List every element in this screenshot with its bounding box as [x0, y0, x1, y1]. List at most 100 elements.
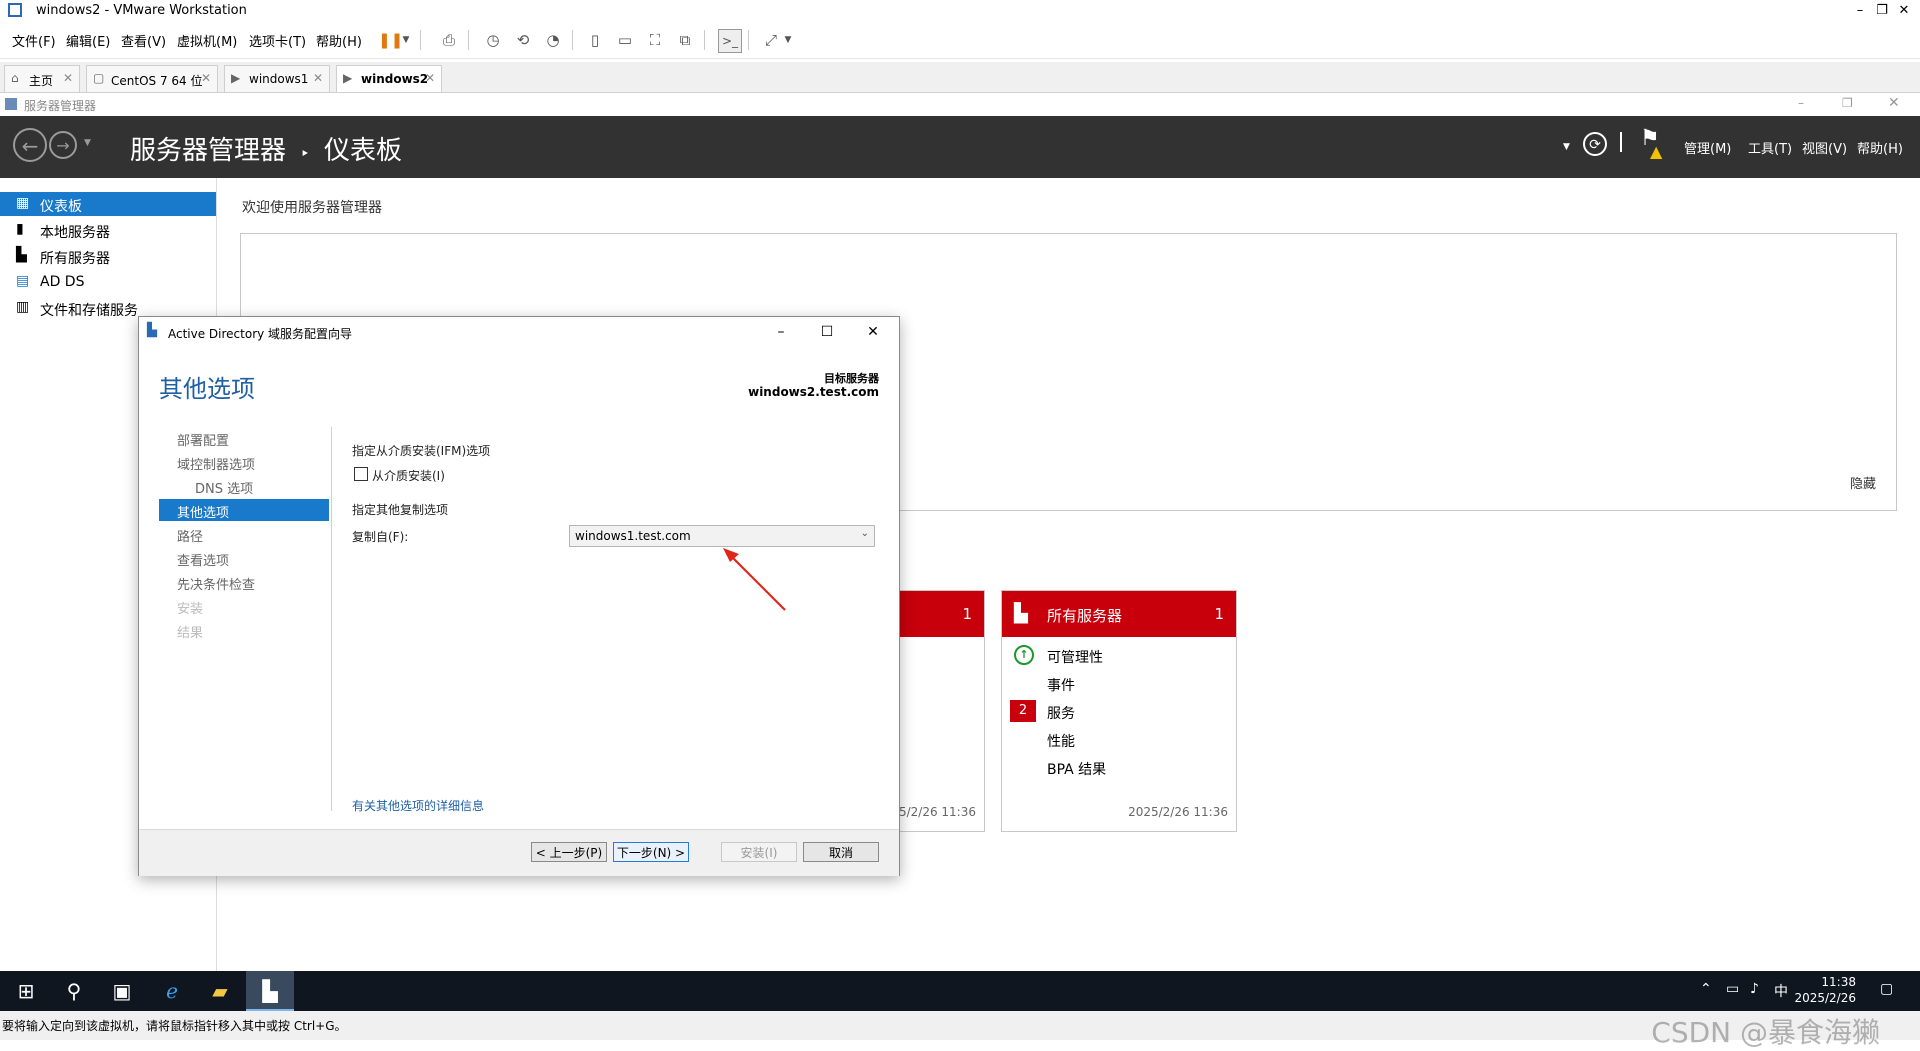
toolbar-separator [704, 30, 705, 50]
snapshot-icon[interactable]: ◷ [482, 29, 504, 51]
status-ok-icon: ↑ [1014, 645, 1034, 665]
next-button[interactable]: 下一步(N) > [613, 842, 689, 862]
dashboard-icon: ▦ [16, 195, 30, 211]
task-view-icon[interactable]: ▣ [98, 971, 146, 1011]
start-icon[interactable]: ⊞ [2, 971, 50, 1011]
menu-help[interactable]: 帮助(H) [316, 31, 362, 50]
previous-button[interactable]: < 上一步(P) [531, 842, 607, 862]
send-keys-icon[interactable]: ⎙ [438, 29, 460, 51]
menu-help[interactable]: 帮助(H) [1857, 138, 1903, 157]
tile-row-manageability[interactable]: ↑ 可管理性 [1002, 641, 1236, 669]
tab-windows2[interactable]: ▶ windows2 ✕ [336, 65, 442, 92]
breadcrumb-root[interactable]: 服务器管理器 [130, 136, 286, 166]
search-icon[interactable]: ⚲ [50, 971, 98, 1011]
sidebar-item-all-servers[interactable]: ▙ 所有服务器 [0, 244, 216, 268]
tile-row-performance[interactable]: 性能 [1002, 725, 1236, 753]
tile-row-bpa[interactable]: BPA 结果 [1002, 753, 1236, 781]
services-badge: 2 [1010, 700, 1036, 722]
step-label: 先决条件检查 [177, 578, 256, 593]
ad-ds-config-wizard: ▙ Active Directory 域服务配置向导 – ☐ ✕ 其他选项 目标… [138, 316, 900, 876]
chevron-down-icon[interactable]: ▼ [1563, 142, 1570, 152]
server-manager-taskbar-icon[interactable]: ▙ [246, 971, 294, 1011]
notifications-icon[interactable]: ▢ [1880, 981, 1893, 997]
step-deployment-config[interactable]: 部署配置 [159, 427, 329, 449]
tab-centos[interactable]: ▢ CentOS 7 64 位 ✕ [86, 65, 218, 92]
menu-tools[interactable]: 工具(T) [1748, 138, 1792, 157]
menu-edit[interactable]: 编辑(E) [66, 31, 110, 50]
tab-home[interactable]: ⌂ 主页 ✕ [4, 65, 80, 92]
step-paths[interactable]: 路径 [159, 523, 329, 545]
dropdown-arrow-icon[interactable]: ▼ [400, 29, 412, 51]
fullscreen-icon[interactable]: ⛶ [644, 29, 666, 51]
ie-browser-icon[interactable]: ℯ [148, 971, 196, 1011]
stretch-icon[interactable]: ⤢ [760, 29, 782, 51]
step-dns-options[interactable]: DNS 选项 [159, 475, 329, 497]
step-dc-options[interactable]: 域控制器选项 [159, 451, 329, 473]
console-icon[interactable]: >_ [718, 29, 742, 53]
menu-tabs[interactable]: 选项卡(T) [249, 31, 306, 50]
tile-row-events[interactable]: 事件 [1002, 669, 1236, 697]
close-icon[interactable]: ✕ [63, 71, 73, 85]
close-button[interactable]: ✕ [1894, 2, 1914, 20]
maximize-button[interactable]: ☐ [815, 321, 839, 343]
step-divider [331, 427, 332, 811]
step-review-options[interactable]: 查看选项 [159, 547, 329, 569]
library-view-icon[interactable]: ▯ [584, 29, 606, 51]
ime-icon[interactable]: 中 [1774, 981, 1788, 1001]
clock-date[interactable]: 2025/2/26 [1794, 991, 1856, 1005]
network-icon[interactable]: ▭ [1726, 981, 1739, 997]
tile-title: 所有服务器 [1047, 607, 1123, 625]
server-icon: ▮ [16, 221, 24, 237]
close-icon[interactable]: ✕ [201, 71, 211, 85]
close-icon[interactable]: ✕ [425, 71, 435, 85]
minimize-button[interactable]: – [769, 321, 793, 343]
server-manager-titlebar: 服务器管理器 – ❐ ✕ [0, 93, 1920, 117]
snapshot-manager-icon[interactable]: ◔ [542, 29, 564, 51]
restore-button[interactable]: ❐ [1872, 2, 1892, 20]
thumbnail-view-icon[interactable]: ▭ [614, 29, 636, 51]
minimize-button[interactable]: – [1798, 96, 1804, 110]
menu-view[interactable]: 查看(V) [121, 31, 166, 50]
close-button[interactable]: ✕ [861, 321, 885, 343]
step-additional-options[interactable]: 其他选项 [159, 499, 329, 521]
tile-header[interactable]: ▙ 所有服务器 1 [1002, 591, 1236, 637]
server-manager-window-title: 服务器管理器 [24, 99, 97, 113]
chevron-down-icon[interactable]: ▼ [84, 138, 91, 148]
unity-icon[interactable]: ⧉ [674, 29, 696, 51]
clock-time[interactable]: 11:38 [1821, 975, 1856, 989]
revert-snapshot-icon[interactable]: ⟲ [512, 29, 534, 51]
back-icon[interactable]: ← [13, 128, 47, 162]
hide-link[interactable]: 隐藏 [1850, 473, 1876, 492]
menu-view[interactable]: 视图(V) [1802, 138, 1847, 157]
tile-row-services[interactable]: 2 服务 [1002, 697, 1236, 725]
menu-file[interactable]: 文件(F) [12, 31, 56, 50]
close-button[interactable]: ✕ [1888, 95, 1900, 111]
pause-icon[interactable]: ❚❚ [378, 29, 403, 51]
minimize-button[interactable]: – [1850, 2, 1870, 20]
file-explorer-icon[interactable]: ▰ [196, 971, 244, 1011]
ifm-checkbox[interactable] [354, 467, 368, 481]
sidebar-item-dashboard[interactable]: ▦ 仪表板 [0, 192, 216, 216]
ifm-checkbox-label[interactable]: 从介质安装(I) [372, 467, 445, 484]
forward-icon[interactable]: → [49, 131, 77, 159]
restore-button[interactable]: ❐ [1842, 96, 1853, 110]
menu-manage[interactable]: 管理(M) [1684, 138, 1731, 157]
sidebar-item-ad-ds[interactable]: ▤ AD DS [0, 270, 216, 294]
close-icon[interactable]: ✕ [313, 71, 323, 85]
toolbar-separator [748, 30, 749, 50]
dropdown-arrow-icon[interactable]: ▼ [782, 29, 794, 51]
chevron-up-icon[interactable]: ⌃ [1700, 981, 1712, 997]
wizard-icon: ▙ [147, 323, 157, 338]
replicate-from-label: 复制自(F): [352, 530, 409, 544]
ifm-section-label: 指定从介质安装(IFM)选项 [352, 444, 491, 458]
refresh-icon[interactable]: ⟳ [1583, 132, 1607, 156]
more-info-link[interactable]: 有关其他选项的详细信息 [352, 797, 484, 814]
sidebar-item-local-server[interactable]: ▮ 本地服务器 [0, 218, 216, 242]
tab-windows1[interactable]: ▶ windows1 ✕ [224, 65, 330, 92]
step-prereq-check[interactable]: 先决条件检查 [159, 571, 329, 593]
cancel-button[interactable]: 取消 [803, 842, 879, 862]
volume-icon[interactable]: ♪ [1750, 981, 1759, 997]
menu-vm[interactable]: 虚拟机(M) [177, 31, 237, 50]
wizard-title: Active Directory 域服务配置向导 [168, 327, 353, 341]
guest-screen[interactable]: 服务器管理器 – ❐ ✕ ← → ▼ 服务器管理器 ‣ 仪表板 ▼ ⟳ ⚑ ▲ … [0, 93, 1920, 971]
